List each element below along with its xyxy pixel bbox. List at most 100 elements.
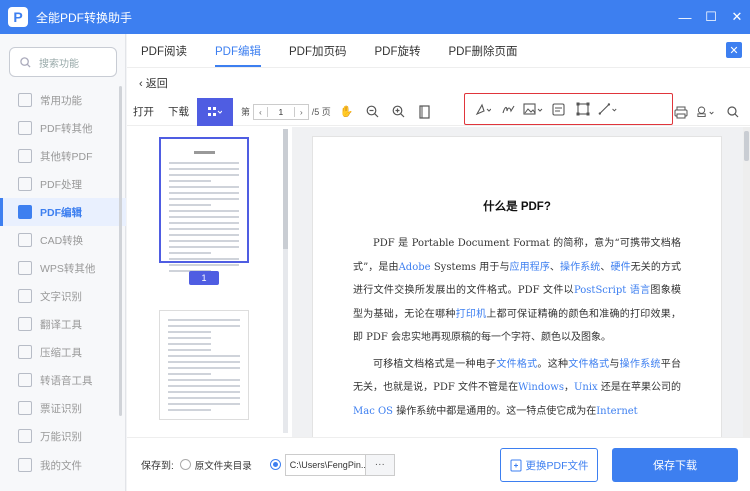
zoom-out-icon[interactable]	[363, 102, 383, 122]
thumbnail-page-2[interactable]	[159, 310, 249, 420]
link-internet[interactable]: Internet	[596, 406, 637, 417]
radio-source-folder[interactable]	[179, 459, 191, 470]
grid-view-button[interactable]	[197, 97, 233, 126]
cad-icon	[18, 233, 32, 247]
right-toolbar	[668, 98, 746, 126]
crop-tool-icon[interactable]	[573, 99, 593, 119]
sidebar-item-cad[interactable]: CAD转换	[0, 226, 126, 254]
sidebar-scrollbar[interactable]	[119, 86, 122, 416]
tab-pdf-read[interactable]: PDF阅读	[141, 43, 187, 67]
sidebar-item-common[interactable]: 常用功能	[0, 86, 126, 114]
radio-custom-path[interactable]	[269, 459, 281, 470]
page-navigator: ‹ 1 ›	[253, 103, 309, 120]
other-to-pdf-icon	[18, 149, 32, 163]
pdf-edit-icon	[18, 205, 32, 219]
sidebar-item-universal[interactable]: 万能识别	[0, 422, 126, 450]
translate-icon	[18, 317, 32, 331]
thumbnail-page-1[interactable]	[159, 137, 249, 272]
sidebar-item-pdf-edit[interactable]: PDF编辑	[0, 198, 126, 226]
tab-bar: PDF阅读 PDF编辑 PDF加页码 PDF旋转 PDF删除页面 ✕	[127, 34, 750, 68]
next-page-button[interactable]: ›	[295, 107, 308, 117]
line-tool-icon[interactable]	[598, 99, 618, 119]
link-hardware[interactable]: 硬件	[610, 262, 630, 273]
sidebar-item-compress[interactable]: 压缩工具	[0, 338, 126, 366]
fit-page-icon[interactable]	[415, 102, 435, 122]
sidebar-item-translate[interactable]: 翻译工具	[0, 310, 126, 338]
tab-pdf-page-number[interactable]: PDF加页码	[289, 43, 347, 67]
search-document-icon[interactable]	[723, 102, 743, 122]
sidebar-item-wps[interactable]: WPS转其他	[0, 254, 126, 282]
ocr-icon	[18, 289, 32, 303]
app-title: 全能PDF转换助手	[36, 10, 133, 25]
sidebar-item-label: 万能识别	[40, 430, 82, 443]
link-macos[interactable]: Mac OS	[353, 406, 393, 417]
wps-icon	[18, 261, 32, 275]
speech-icon	[18, 373, 32, 387]
link-unix[interactable]: Unix	[574, 382, 598, 393]
sidebar-item-label: 票证识别	[40, 402, 82, 415]
save-download-button[interactable]: 保存下载	[612, 448, 738, 482]
document-scrollbar[interactable]	[743, 127, 750, 437]
zoom-in-icon[interactable]	[389, 102, 409, 122]
window-controls: — ☐ ✕	[672, 0, 750, 34]
close-panel-icon[interactable]: ✕	[726, 42, 742, 58]
sidebar-item-pdf-process[interactable]: PDF处理	[0, 170, 126, 198]
link-file-format[interactable]: 文件格式	[496, 359, 537, 370]
link-printer[interactable]: 打印机	[456, 309, 487, 320]
search-input[interactable]: 搜索功能	[9, 47, 117, 77]
sidebar-bottom: 我的文件	[0, 451, 126, 479]
tab-pdf-rotate[interactable]: PDF旋转	[375, 43, 421, 67]
download-button[interactable]: 下载	[168, 104, 189, 119]
thumbnail-pane: 1	[127, 127, 290, 437]
prev-page-button[interactable]: ‹	[254, 107, 267, 117]
page-number-input[interactable]: 1	[266, 106, 295, 117]
save-path-field[interactable]: C:\Users\FengPin...	[284, 453, 365, 476]
close-window-button[interactable]: ✕	[724, 0, 750, 34]
sidebar-item-label: 翻译工具	[40, 318, 82, 331]
sidebar-item-label: CAD转换	[40, 234, 84, 247]
back-label: 返回	[145, 78, 168, 90]
note-tool-icon[interactable]	[548, 99, 568, 119]
sidebar-item-label: PDF编辑	[40, 206, 82, 219]
link-os[interactable]: 操作系统	[560, 262, 600, 273]
link-postscript[interactable]: PostScript 语言	[574, 285, 650, 296]
tab-pdf-delete-page[interactable]: PDF删除页面	[449, 43, 518, 67]
sidebar-item-pdf-to-other[interactable]: PDF转其他	[0, 114, 126, 142]
pen-tool-icon[interactable]	[473, 99, 493, 119]
image-tool-icon[interactable]	[523, 99, 543, 119]
save-to-label: 保存到:	[141, 461, 174, 472]
stamp-icon[interactable]	[697, 102, 717, 122]
link-windows[interactable]: Windows	[518, 382, 564, 393]
page-total: /5 页	[311, 107, 331, 117]
sidebar-item-ocr[interactable]: 文字识别	[0, 282, 126, 310]
maximize-button[interactable]: ☐	[698, 0, 724, 34]
sidebar-item-ticket[interactable]: 票证识别	[0, 394, 126, 422]
link-application[interactable]: 应用程序	[510, 262, 550, 273]
main-content: PDF阅读 PDF编辑 PDF加页码 PDF旋转 PDF删除页面 ✕ ‹ 返回 …	[127, 34, 750, 491]
thumbnail-scrollbar[interactable]	[283, 129, 288, 433]
universal-icon	[18, 429, 32, 443]
sidebar-item-label: PDF处理	[40, 178, 82, 191]
sidebar-item-tts[interactable]: 转语音工具	[0, 366, 126, 394]
open-button[interactable]: 打开	[133, 104, 154, 119]
signature-icon[interactable]	[498, 99, 518, 119]
link-file-format-2[interactable]: 文件格式	[568, 359, 609, 370]
common-icon	[18, 93, 32, 107]
sidebar-item-other-to-pdf[interactable]: 其他转PDF	[0, 142, 126, 170]
tab-pdf-edit[interactable]: PDF编辑	[215, 43, 261, 67]
hand-tool-icon[interactable]: ✋	[337, 102, 357, 122]
back-button[interactable]: ‹ 返回	[139, 75, 168, 91]
sidebar-nav: 常用功能 PDF转其他 其他转PDF PDF处理 PDF编辑 CAD转换 WPS…	[0, 86, 126, 450]
document-page: 什么是 PDF? PDF 是 Portable Document Format …	[312, 136, 722, 437]
sidebar-item-label: WPS转其他	[40, 262, 96, 275]
print-icon[interactable]	[671, 102, 691, 122]
sidebar: 搜索功能 常用功能 PDF转其他 其他转PDF PDF处理 PDF编辑 CAD转…	[0, 34, 126, 491]
link-adobe[interactable]: Adobe	[399, 262, 431, 273]
minimize-button[interactable]: —	[672, 0, 698, 34]
link-os-2[interactable]: 操作系统	[620, 359, 661, 370]
change-pdf-button[interactable]: 更换PDF文件	[500, 448, 598, 482]
sidebar-item-my-files[interactable]: 我的文件	[0, 451, 126, 479]
pdf-to-other-icon	[18, 121, 32, 135]
browse-button[interactable]: ···	[364, 453, 395, 476]
page-badge: 1	[189, 271, 219, 285]
